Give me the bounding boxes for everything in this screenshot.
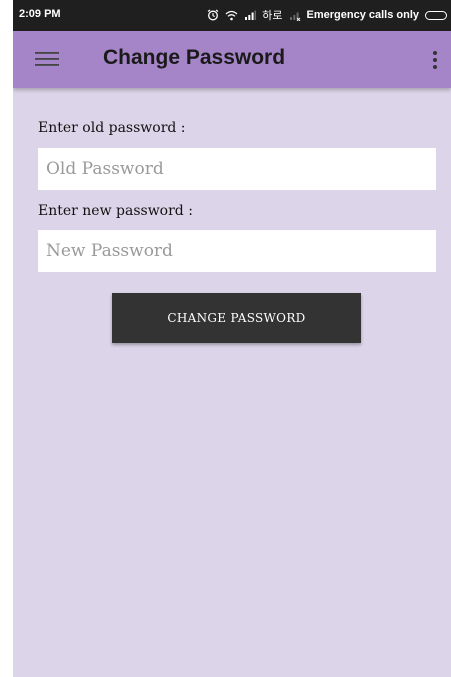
menu-icon[interactable] xyxy=(35,51,59,67)
old-password-label: Enter old password : xyxy=(38,120,186,136)
battery-icon xyxy=(425,10,447,20)
emergency-text: Emergency calls only xyxy=(306,9,420,21)
app-bar: Change Password xyxy=(13,31,451,88)
alarm-icon xyxy=(207,9,219,21)
old-password-input[interactable] xyxy=(38,148,436,190)
carrier-text: 하로 xyxy=(262,10,283,22)
no-signal-icon xyxy=(289,10,301,21)
status-icons: 하로 Emergency calls only xyxy=(207,7,447,23)
new-password-label: Enter new password : xyxy=(38,203,193,219)
page-title: Change Password xyxy=(103,46,286,69)
change-password-button[interactable]: CHANGE PASSWORD xyxy=(112,293,361,343)
status-bar: 2:09 PM 하로 Emergency calls only xyxy=(13,0,451,31)
app-screen: 2:09 PM 하로 Emergency calls only Change P… xyxy=(13,0,451,677)
status-time: 2:09 PM xyxy=(19,8,61,20)
new-password-input[interactable] xyxy=(38,230,436,272)
overflow-menu-icon[interactable] xyxy=(429,48,441,72)
signal-icon xyxy=(244,10,257,21)
wifi-icon xyxy=(225,10,238,21)
